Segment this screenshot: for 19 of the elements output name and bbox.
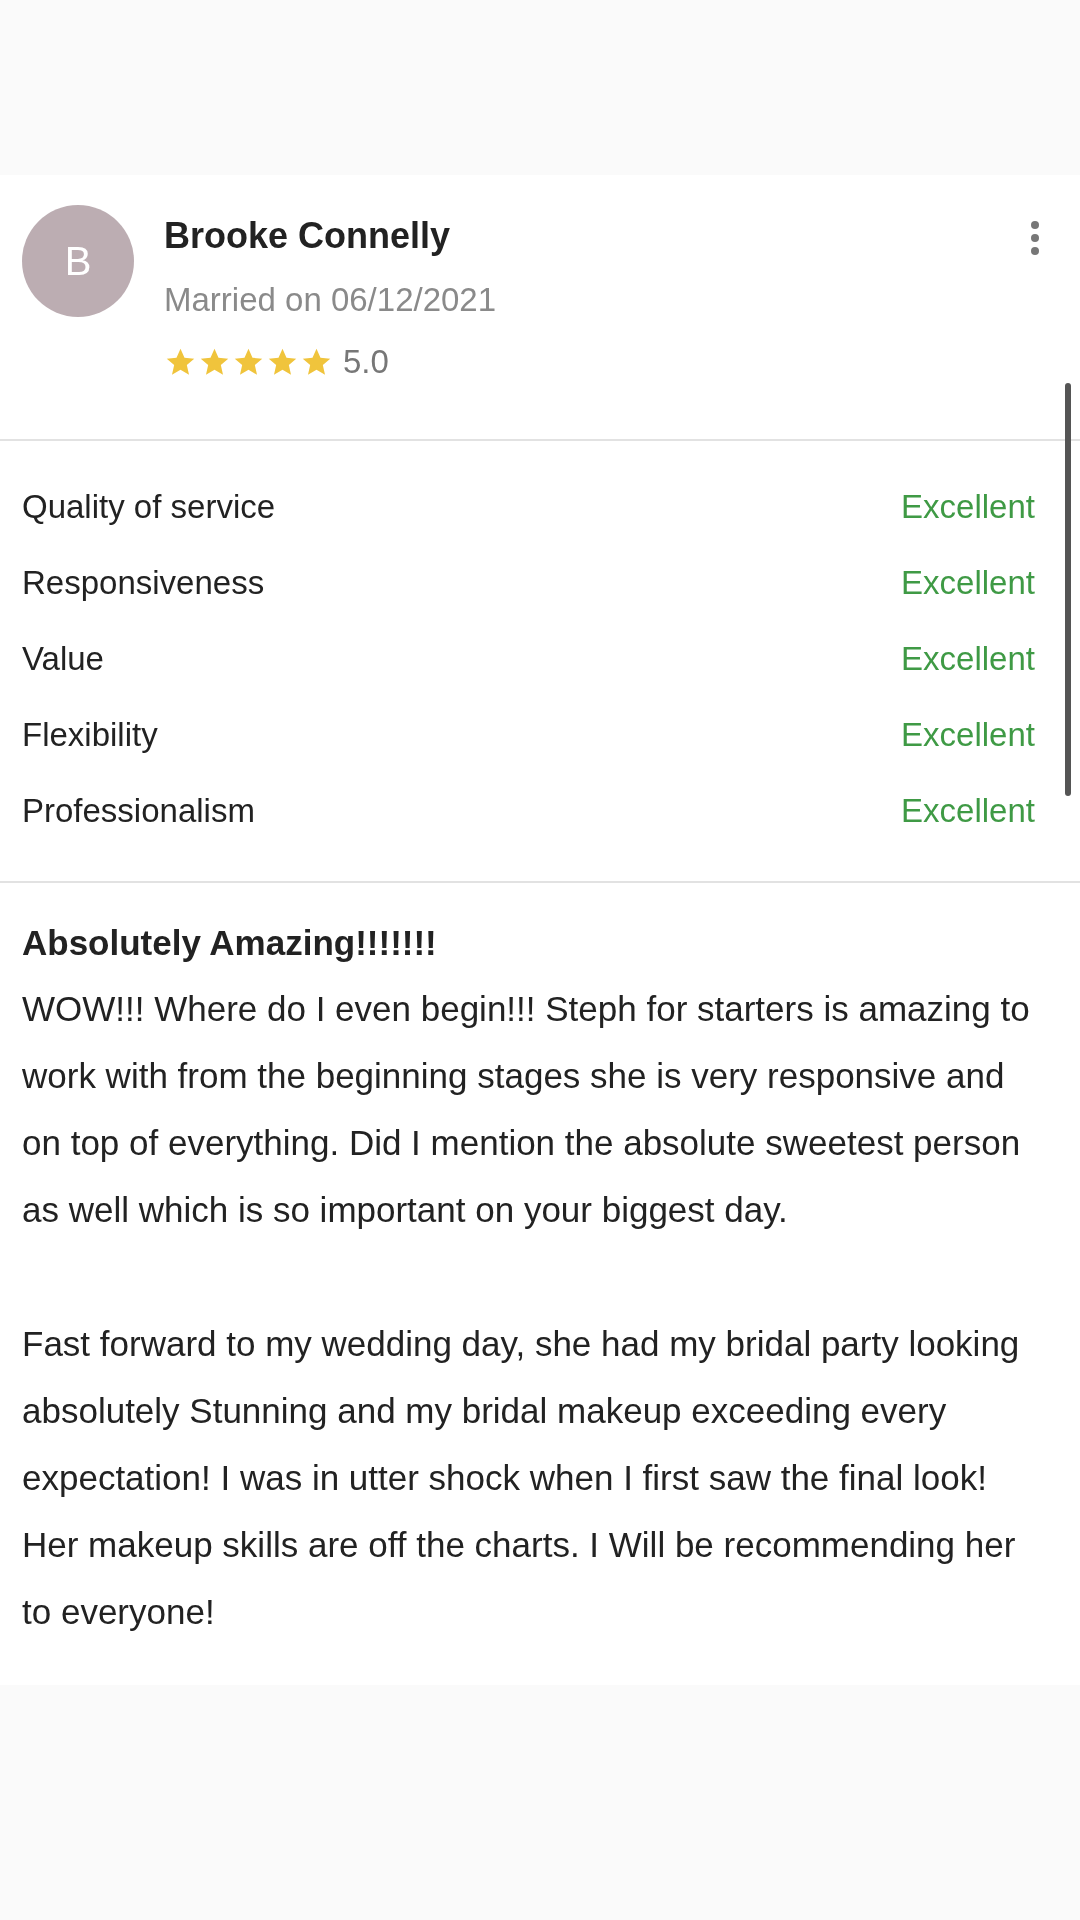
- rating-category: Flexibility: [22, 716, 158, 754]
- review-paragraph: WOW!!! Where do I even begin!!! Steph for starters is amazing to work with from the beginning stages she is very responsive and on top of everything. Did I mention the absolute sweetest person as well which is so important on your biggest day.: [22, 988, 1031, 1231]
- review-paragraph: Fast forward to my wedding day, she had my bridal party looking absolutely Stunning and my bridal makeup exceeding every expectation! I was in utter shock when I first saw the final look! Her makeup skills are off the charts. I Will be recommending her to everyone!: [22, 1323, 1021, 1633]
- rating-category: Value: [22, 640, 104, 678]
- rating-value: Excellent: [901, 792, 1035, 830]
- avatar: B: [22, 205, 134, 317]
- rating-category: Professionalism: [22, 792, 255, 830]
- more-options-icon[interactable]: [1030, 220, 1040, 256]
- rating-category: Quality of service: [22, 488, 276, 526]
- rating-value: Excellent: [901, 716, 1035, 754]
- rating-value: Excellent: [901, 564, 1035, 602]
- rating-category: Responsiveness: [22, 564, 265, 602]
- rating-score: 5.0: [343, 343, 389, 381]
- scrollbar[interactable]: [1065, 383, 1071, 796]
- reviewer-name: Brooke Connelly: [164, 215, 452, 257]
- rating-value: Excellent: [901, 488, 1035, 526]
- review-title: Absolutely Amazing!!!!!!!: [22, 923, 438, 963]
- rating-value: Excellent: [901, 640, 1035, 678]
- wedding-date: Married on 06/12/2021: [164, 281, 497, 319]
